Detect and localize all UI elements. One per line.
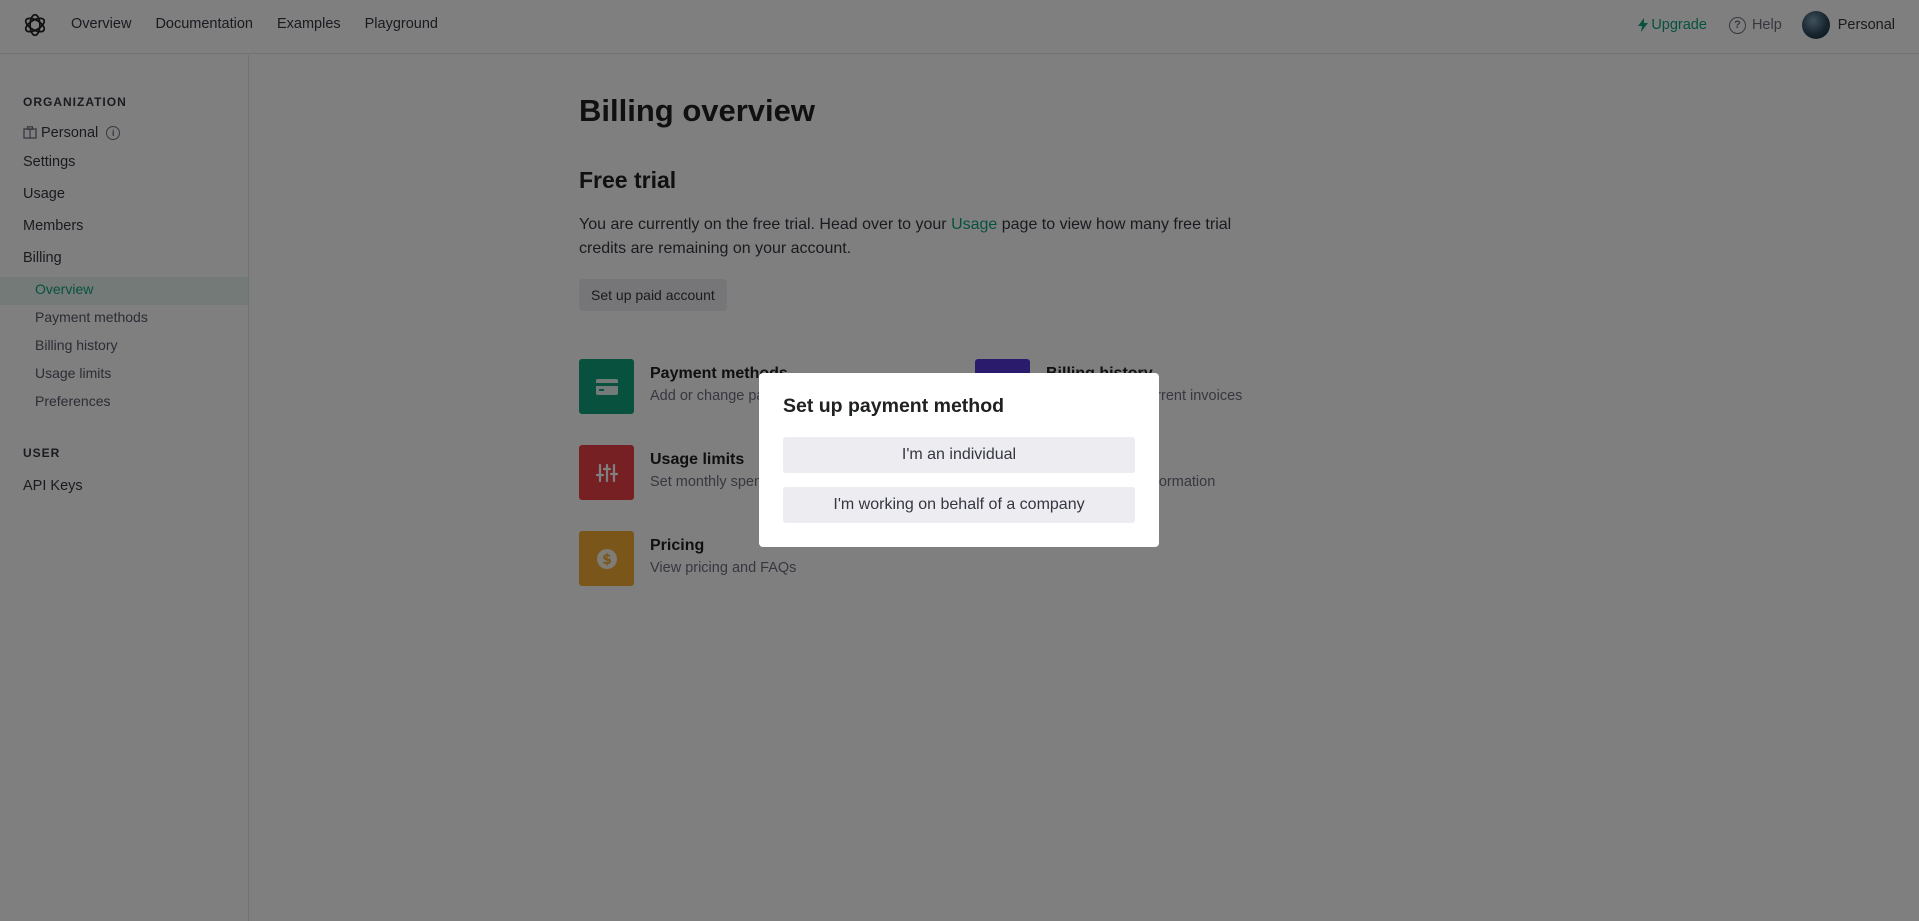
payment-method-dialog: Set up payment method I'm an individual … [759,373,1159,547]
individual-button[interactable]: I'm an individual [783,437,1135,473]
company-button[interactable]: I'm working on behalf of a company [783,487,1135,523]
dialog-title: Set up payment method [783,395,1005,417]
